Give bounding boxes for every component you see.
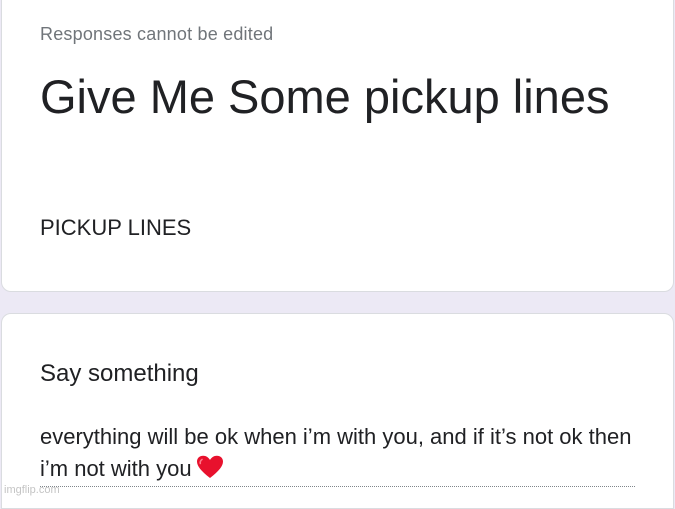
- responses-notice: Responses cannot be edited: [40, 24, 274, 44]
- form-title: Give Me Some pickup lines: [40, 70, 610, 123]
- imgflip-watermark: imgflip.com: [4, 484, 60, 496]
- answer-underline: [40, 486, 635, 487]
- form-description: PICKUP LINES: [40, 215, 192, 240]
- answer-text: everything will be ok when i’m with you,…: [40, 424, 632, 481]
- answer-field: everything will be ok when i’m with you,…: [40, 421, 640, 488]
- heart-icon: [196, 455, 224, 488]
- question-label: Say something: [40, 360, 199, 387]
